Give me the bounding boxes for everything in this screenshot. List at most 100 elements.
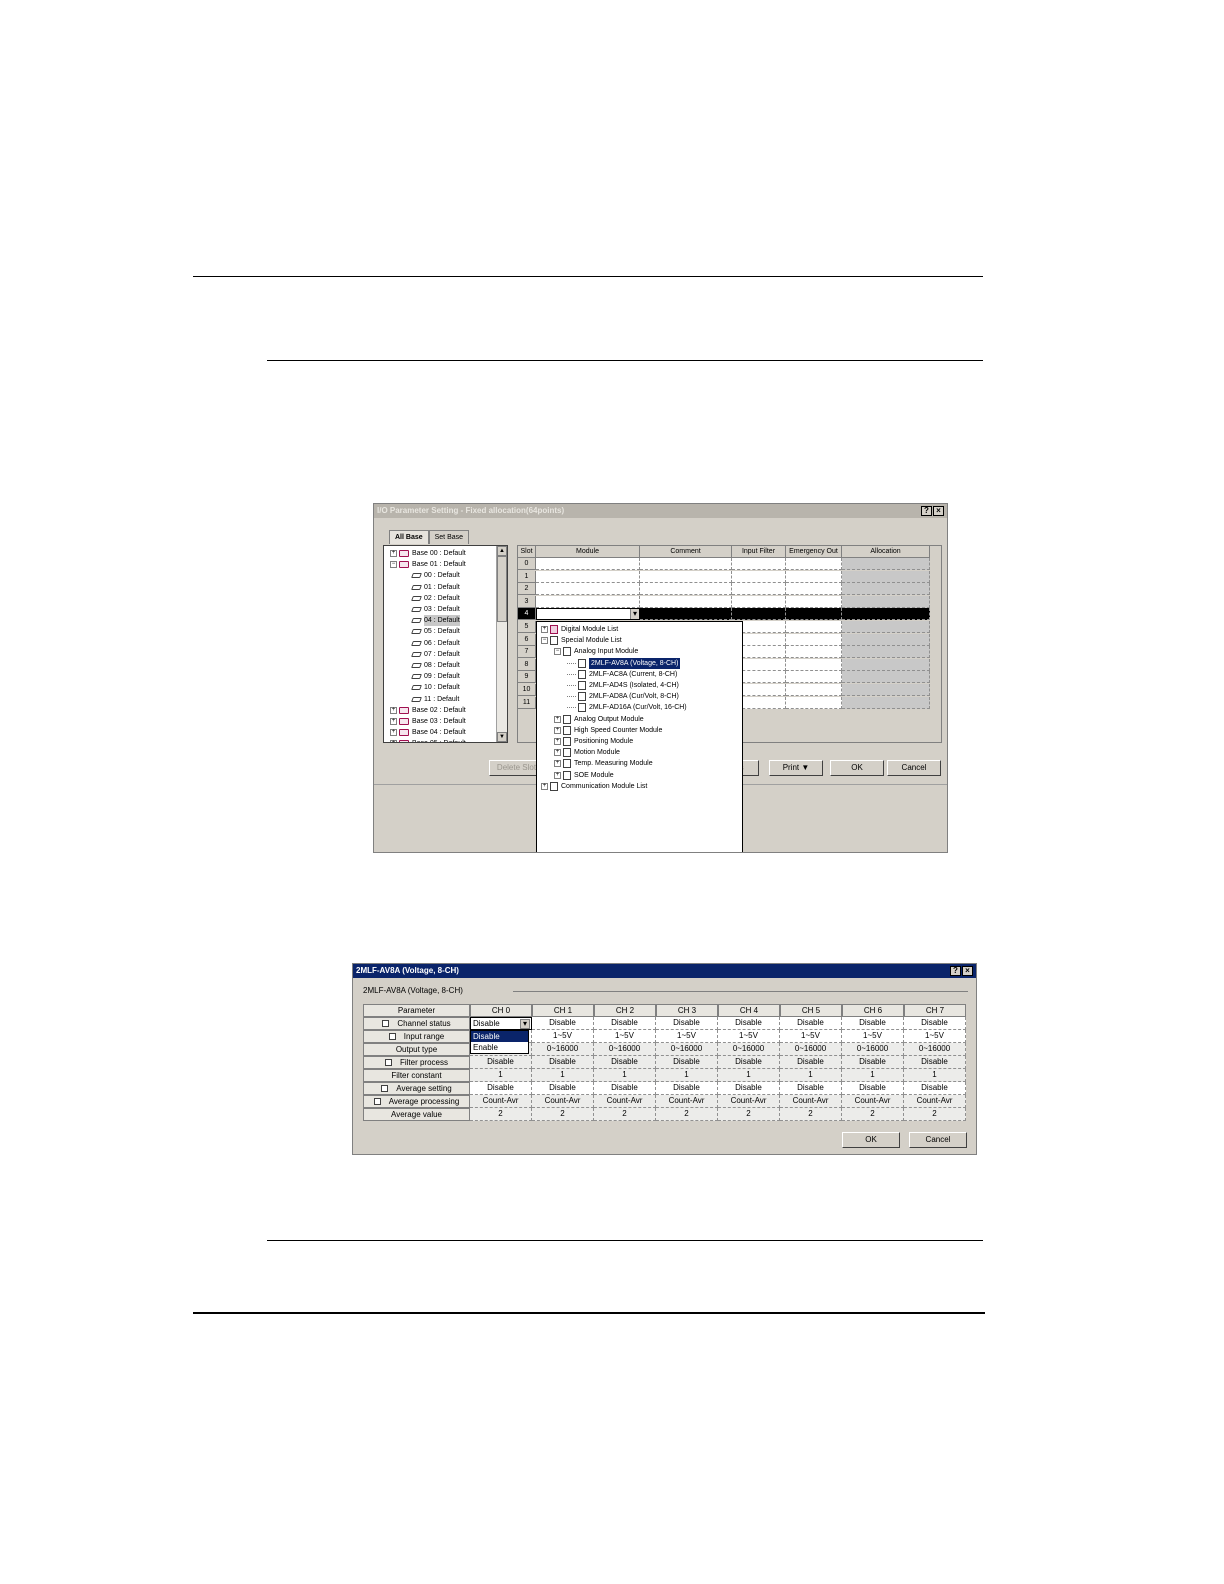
parameter-cell[interactable]: Disable <box>594 1082 656 1095</box>
module-tree-item[interactable]: 2MLF-AD4S (Isolated, 4-CH) <box>567 680 679 691</box>
parameter-cell[interactable]: 2 <box>532 1108 594 1121</box>
module-tree-item[interactable]: + Communication Module List <box>541 781 647 792</box>
module-tree-item[interactable]: + Temp. Measuring Module <box>554 758 653 769</box>
close-button[interactable]: × <box>933 506 944 516</box>
cancel-button[interactable]: Cancel <box>909 1132 967 1148</box>
grid-cell[interactable] <box>640 608 732 621</box>
parameter-cell[interactable]: Count-Avr <box>718 1095 780 1108</box>
tree-base-item[interactable]: + Base 05 : Default <box>390 738 466 742</box>
tree-slot-item[interactable]: 09 : Default <box>411 671 460 682</box>
parameter-cell[interactable]: 2 <box>718 1108 780 1121</box>
grid-cell[interactable] <box>786 696 842 709</box>
row-checkbox[interactable] <box>382 1020 390 1028</box>
ok-button[interactable]: OK <box>842 1132 900 1148</box>
expand-icon[interactable]: + <box>554 749 561 757</box>
grid-header[interactable]: Allocation <box>842 546 930 558</box>
parameter-cell[interactable]: Disable <box>904 1017 966 1030</box>
parameter-cell[interactable]: 1 <box>532 1069 594 1082</box>
grid-cell[interactable] <box>536 570 640 583</box>
parameter-cell[interactable]: Count-Avr <box>656 1095 718 1108</box>
parameter-cell[interactable]: Disable <box>904 1082 966 1095</box>
parameter-cell[interactable]: Disable <box>842 1082 904 1095</box>
grid-cell[interactable] <box>842 583 930 596</box>
parameter-cell[interactable]: 0~16000 <box>780 1043 842 1056</box>
parameter-cell[interactable]: 2 <box>594 1108 656 1121</box>
scroll-down-icon[interactable]: ▼ <box>497 732 507 742</box>
parameter-cell[interactable]: 1~5V <box>718 1030 780 1043</box>
expand-icon[interactable]: + <box>390 718 397 725</box>
module-tree-item[interactable]: − Analog Input Module <box>554 646 638 657</box>
parameter-cell[interactable]: Disable <box>780 1056 842 1069</box>
parameter-cell[interactable]: Disable <box>594 1017 656 1030</box>
parameter-cell[interactable]: 2 <box>656 1108 718 1121</box>
module-tree-item[interactable]: 2MLF-AD8A (Cur/Volt, 8-CH) <box>567 691 679 702</box>
tree-slot-item[interactable]: 07 : Default <box>411 649 460 660</box>
parameter-cell[interactable]: Disable <box>842 1056 904 1069</box>
tree-slot-item[interactable]: 06 : Default <box>411 638 460 649</box>
parameter-cell[interactable]: 1~5V <box>656 1030 718 1043</box>
parameter-cell[interactable]: 1 <box>718 1069 780 1082</box>
grid-cell[interactable] <box>732 583 786 596</box>
grid-cell[interactable] <box>640 570 732 583</box>
parameter-cell[interactable]: Disable <box>780 1017 842 1030</box>
expand-icon[interactable]: + <box>554 760 561 768</box>
grid-cell[interactable] <box>842 696 930 709</box>
grid-cell[interactable] <box>786 608 842 621</box>
module-tree-item[interactable]: + Positioning Module <box>554 736 633 747</box>
grid-cell[interactable] <box>786 558 842 570</box>
grid-header[interactable]: Slot <box>518 546 536 558</box>
grid-cell[interactable] <box>536 583 640 596</box>
grid-header[interactable]: Input Filter <box>732 546 786 558</box>
dropdown-option[interactable]: Enable <box>471 1042 528 1053</box>
ok-button[interactable]: OK <box>830 760 884 776</box>
parameter-cell[interactable]: 0~16000 <box>904 1043 966 1056</box>
parameter-cell[interactable]: Disable <box>532 1082 594 1095</box>
grid-cell[interactable] <box>786 646 842 659</box>
parameter-cell[interactable]: Disable <box>470 1056 532 1069</box>
module-tree-item[interactable]: + Motion Module <box>554 747 620 758</box>
parameter-cell[interactable]: Disable <box>532 1056 594 1069</box>
row-checkbox[interactable] <box>388 1033 396 1041</box>
parameter-cell[interactable]: 0~16000 <box>718 1043 780 1056</box>
grid-cell[interactable] <box>786 570 842 583</box>
grid-cell[interactable] <box>842 558 930 570</box>
expand-icon[interactable]: + <box>554 738 561 745</box>
tree-slot-item[interactable]: 02 : Default <box>411 593 460 604</box>
grid-cell[interactable] <box>640 558 732 570</box>
parameter-cell[interactable]: 1 <box>656 1069 718 1082</box>
grid-cell[interactable] <box>786 658 842 671</box>
grid-cell[interactable] <box>842 633 930 646</box>
parameter-cell[interactable]: Disable <box>718 1056 780 1069</box>
grid-cell[interactable] <box>640 595 732 608</box>
close-button[interactable]: × <box>962 966 973 976</box>
tree-base-item[interactable]: + Base 00 : Default <box>390 548 466 559</box>
tab-all-base[interactable]: All Base <box>389 530 429 544</box>
parameter-cell[interactable]: Disable <box>842 1017 904 1030</box>
parameter-cell[interactable]: 1~5V <box>842 1030 904 1043</box>
parameter-cell[interactable]: Disable <box>532 1017 594 1030</box>
parameter-cell[interactable]: Count-Avr <box>470 1095 532 1108</box>
parameter-cell[interactable]: Disable <box>656 1056 718 1069</box>
dropdown-arrow-icon[interactable]: ▾ <box>630 609 639 620</box>
parameter-cell[interactable]: 0~16000 <box>842 1043 904 1056</box>
dropdown-arrow-icon[interactable]: ▾ <box>520 1019 530 1029</box>
help-button[interactable]: ? <box>950 966 961 976</box>
module-tree-item[interactable]: − Special Module List <box>541 635 622 646</box>
grid-header[interactable]: Emergency Out <box>786 546 842 558</box>
grid-cell[interactable] <box>786 633 842 646</box>
parameter-cell[interactable]: 1 <box>780 1069 842 1082</box>
scroll-up-icon[interactable]: ▲ <box>497 546 507 556</box>
row-checkbox[interactable] <box>373 1098 381 1106</box>
expand-icon[interactable]: + <box>390 729 397 737</box>
print-button[interactable]: Print ▼ <box>769 760 823 776</box>
base-tree-scrollbar[interactable]: ▲ ▼ <box>496 546 507 742</box>
grid-cell[interactable] <box>732 558 786 570</box>
grid-cell[interactable] <box>786 595 842 608</box>
parameter-cell[interactable]: Disable <box>904 1056 966 1069</box>
tab-set-base[interactable]: Set Base <box>428 530 470 544</box>
parameter-cell[interactable]: Disable <box>718 1082 780 1095</box>
parameter-cell[interactable]: 2 <box>470 1108 532 1121</box>
parameter-cell[interactable]: 1~5V <box>532 1030 594 1043</box>
grid-header[interactable]: Module <box>536 546 640 558</box>
help-button[interactable]: ? <box>921 506 932 516</box>
